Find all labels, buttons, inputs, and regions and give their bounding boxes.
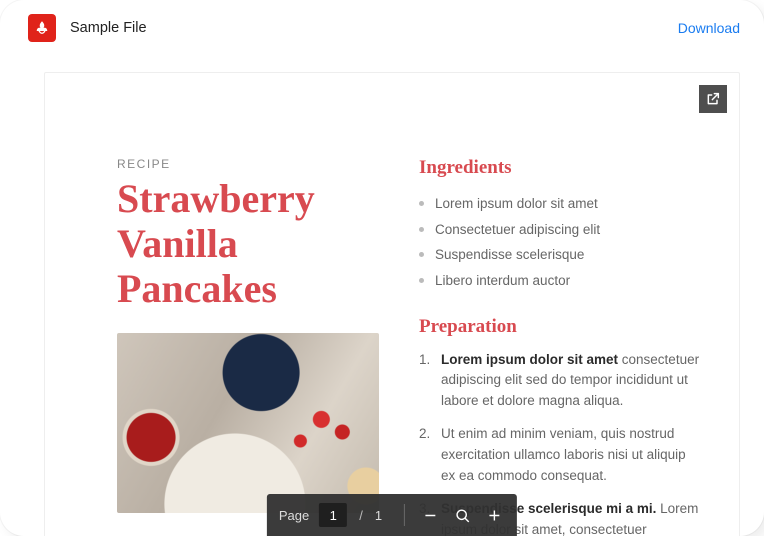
ingredients-heading: Ingredients xyxy=(419,157,703,179)
preparation-heading: Preparation xyxy=(419,316,703,338)
header: Sample File Download xyxy=(0,0,764,52)
ingredient-item: Suspendisse scelerisque xyxy=(419,242,703,268)
page-number-input[interactable] xyxy=(319,503,347,527)
recipe-eyebrow: RECIPE xyxy=(117,157,379,171)
app-frame: Sample File Download RECIPE Strawberry V… xyxy=(0,0,764,536)
toolbar-divider xyxy=(404,504,405,526)
zoom-reset-button[interactable] xyxy=(449,502,475,528)
document-page: RECIPE Strawberry Vanilla Pancakes Ingre… xyxy=(45,73,739,536)
pdf-viewer: RECIPE Strawberry Vanilla Pancakes Ingre… xyxy=(44,72,740,536)
download-link[interactable]: Download xyxy=(678,20,740,36)
ingredients-list: Lorem ipsum dolor sit amet Consectetuer … xyxy=(419,191,703,294)
ingredient-item: Consectetuer adipiscing elit xyxy=(419,217,703,243)
page-separator: / xyxy=(359,508,363,523)
file-name: Sample File xyxy=(70,20,147,36)
pdf-toolbar: Page / 1 xyxy=(267,494,517,536)
zoom-in-button[interactable] xyxy=(481,502,507,528)
page-label: Page xyxy=(279,508,309,523)
page-total: 1 xyxy=(375,508,382,523)
recipe-title: Strawberry Vanilla Pancakes xyxy=(117,177,379,311)
zoom-out-button[interactable] xyxy=(417,502,443,528)
pdf-icon xyxy=(28,14,56,42)
ingredient-item: Libero interdum auctor xyxy=(419,268,703,294)
step-item: Ut enim ad minim veniam, quis nostrud ex… xyxy=(419,424,703,487)
ingredient-item: Lorem ipsum dolor sit amet xyxy=(419,191,703,217)
step-item: Lorem ipsum dolor sit amet consectetuer … xyxy=(419,350,703,413)
recipe-photo xyxy=(117,333,379,513)
